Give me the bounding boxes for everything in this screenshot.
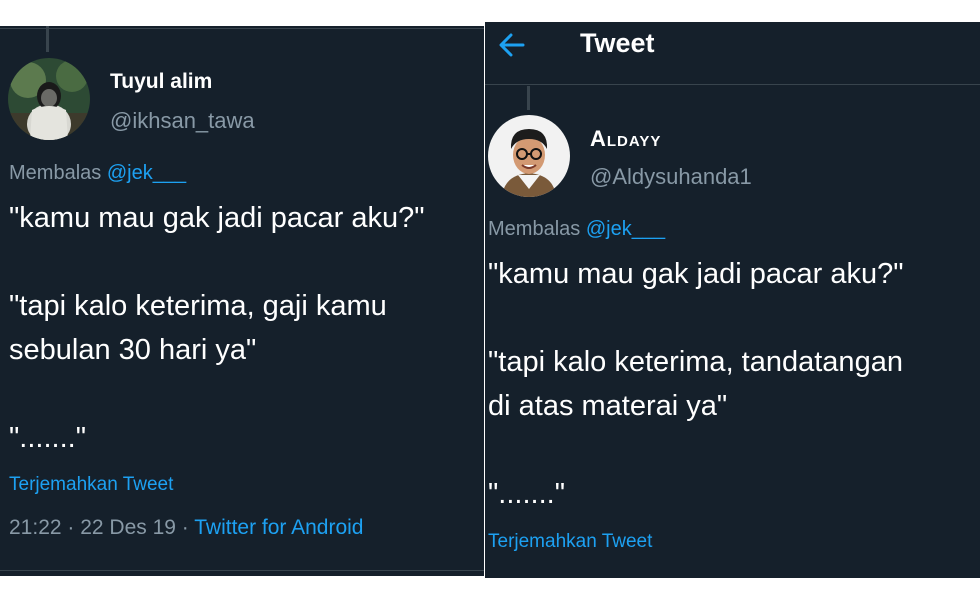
reply-context: Membalas @jek___ (488, 218, 665, 241)
thread-line (527, 86, 530, 110)
tweet-text: "kamu mau gak jadi pacar aku?" "tapi kal… (488, 258, 904, 510)
tweet-text: "kamu mau gak jadi pacar aku?" "tapi kal… (9, 202, 425, 454)
reply-mention-link[interactable]: @jek___ (107, 162, 186, 184)
left-tweet-panel: Tuyul alim @ikhsan_tawa Membalas @jek___… (0, 26, 484, 576)
tweet-meta: 21:22 · 22 Des 19 · Twitter for Android (9, 516, 363, 540)
right-tweet-panel: Tweet Aldayy @Aldysuhanda1 Membalas @jek… (485, 22, 980, 578)
translate-tweet-link[interactable]: Terjemahkan Tweet (9, 474, 173, 496)
translate-tweet-link[interactable]: Terjemahkan Tweet (488, 531, 652, 553)
reply-mention-link[interactable]: @jek___ (586, 218, 665, 240)
display-name[interactable]: Aldayy (590, 126, 661, 152)
avatar[interactable] (488, 115, 570, 197)
bottom-divider (0, 570, 484, 571)
reply-context: Membalas @jek___ (9, 162, 186, 185)
thread-line (46, 26, 49, 52)
top-divider (0, 28, 484, 29)
avatar[interactable] (8, 58, 90, 140)
reply-prefix: Membalas (9, 162, 102, 184)
arrow-left-icon[interactable] (497, 28, 527, 62)
tweet-source-link[interactable]: Twitter for Android (194, 516, 363, 539)
avatar-image (488, 115, 570, 197)
reply-prefix: Membalas (488, 218, 581, 240)
user-handle[interactable]: @Aldysuhanda1 (590, 164, 752, 190)
display-name[interactable]: Tuyul alim (110, 70, 212, 94)
user-handle[interactable]: @ikhsan_tawa (110, 108, 255, 134)
avatar-image (8, 58, 90, 140)
tweet-timestamp: 21:22 · 22 Des 19 · (9, 516, 195, 539)
header-title: Tweet (580, 28, 655, 58)
header-divider (485, 84, 980, 85)
